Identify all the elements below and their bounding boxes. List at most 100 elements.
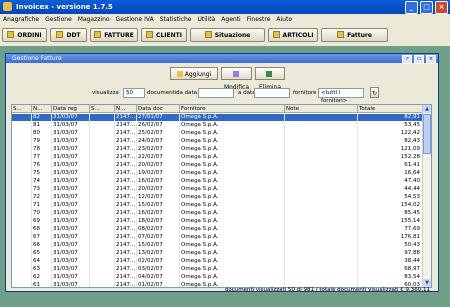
table-row[interactable]: 82 31/03/07 2147... 27/01/07 Omega S.p.A. 82,… <box>12 114 423 121</box>
cell-note <box>285 130 358 137</box>
inner-close-icon[interactable]: × <box>426 55 436 64</box>
delete-button[interactable]: Elimina <box>255 67 285 91</box>
scroll-thumb[interactable] <box>423 114 431 154</box>
cell-totale: 82,91 <box>358 114 423 121</box>
fatture-acquisto-button[interactable]: Fatture Acquisto <box>321 28 388 53</box>
cell-note <box>285 146 358 153</box>
cell-data-reg: 31/03/07 <box>52 266 90 273</box>
cell-s <box>12 162 32 169</box>
table-row[interactable]: 67 31/03/07 2147... 07/02/07 Omega S.p.A. 176… <box>12 234 423 241</box>
cell-n2: 2147... <box>116 138 137 145</box>
table-row[interactable]: 73 31/03/07 2147... 20/02/07 Omega S.p.A. 44,… <box>12 186 423 193</box>
refresh-button[interactable]: ↻ <box>370 87 379 98</box>
cell-s <box>12 258 32 265</box>
menu-gestione[interactable]: Gestione <box>42 14 75 25</box>
ddt-button[interactable]: DDT <box>50 28 87 42</box>
clienti-icon <box>146 31 154 38</box>
table-row[interactable]: 66 31/03/07 2147... 15/02/07 Omega S.p.A. 50,… <box>12 242 423 249</box>
col-header-fornitore[interactable]: Fornitore <box>180 105 285 113</box>
situazione-clienti-icon <box>204 31 212 38</box>
visualizza-input[interactable]: 50 <box>123 88 145 98</box>
fatture-label: FATTURE <box>104 32 134 39</box>
cell-s <box>12 122 32 129</box>
table-row[interactable]: 64 31/03/07 2147... 02/02/07 Omega S.p.A. 38,… <box>12 258 423 265</box>
inner-window-title: Gestione Fatture <box>12 55 62 62</box>
table-row[interactable]: 68 31/03/07 2147... 08/02/07 Omega S.p.A. 77,… <box>12 226 423 233</box>
vertical-scrollbar[interactable]: ▲ ▼ <box>422 105 431 287</box>
da-data-input[interactable] <box>198 88 234 98</box>
menu-finestre[interactable]: Finestre <box>244 14 274 25</box>
ordini-button[interactable]: ORDINI <box>2 28 47 42</box>
table-row[interactable]: 75 31/03/07 2147... 19/02/07 Omega S.p.A. 16,… <box>12 170 423 177</box>
table-row[interactable]: 70 31/03/07 2147... 16/02/07 Omega S.p.A. 85,… <box>12 210 423 217</box>
menu-statistiche[interactable]: Statistiche <box>157 14 195 25</box>
table-row[interactable]: 62 31/03/07 2147... 04/02/07 Omega S.p.A. 83,… <box>12 274 423 281</box>
cell-s <box>12 242 32 249</box>
menu-utilita[interactable]: Utilità <box>195 14 219 25</box>
cell-note <box>285 162 358 169</box>
cell-totale: 122,42 <box>358 130 423 137</box>
visualizza-label: visualizza <box>92 90 119 96</box>
cell-n: 80 <box>32 130 52 137</box>
table-row[interactable]: 79 31/03/07 2147... 24/02/07 Omega S.p.A. 82,… <box>12 138 423 145</box>
app-icon <box>3 2 12 11</box>
cell-n2: 2147... <box>116 178 137 185</box>
cell-s2 <box>90 258 115 265</box>
cell-data-reg: 31/03/07 <box>52 250 90 257</box>
cell-n2: 2147... <box>116 154 137 161</box>
restore-icon[interactable]: ▭ <box>414 55 424 64</box>
col-header-s2[interactable]: S... <box>90 105 115 113</box>
cell-fornitore: Omega S.p.A. <box>180 178 285 185</box>
a-data-input[interactable] <box>254 88 290 98</box>
maximize-icon[interactable]: □ <box>420 1 433 14</box>
col-header-note[interactable]: Note <box>285 105 358 113</box>
table-row[interactable]: 77 31/03/07 2147... 22/02/07 Omega S.p.A. 152… <box>12 154 423 161</box>
clienti-label: CLIENTI <box>156 32 182 39</box>
cell-data-reg: 31/03/07 <box>52 138 90 145</box>
cell-fornitore: Omega S.p.A. <box>180 146 285 153</box>
scroll-up-icon[interactable]: ▲ <box>423 105 431 113</box>
table-row[interactable]: 76 31/03/07 2147... 20/02/07 Omega S.p.A. 61,… <box>12 162 423 169</box>
table-row[interactable]: 81 31/03/07 2147... 26/02/07 Omega S.p.A. 53,… <box>12 122 423 129</box>
fornitore-label: fornitore <box>293 90 317 96</box>
clienti-button[interactable]: CLIENTI <box>141 28 187 42</box>
table-row[interactable]: 74 31/03/07 2147... 16/02/07 Omega S.p.A. 47,… <box>12 178 423 185</box>
table-row[interactable]: 71 31/03/07 2147... 15/02/07 Omega S.p.A. 154… <box>12 202 423 209</box>
cell-s2 <box>90 202 115 209</box>
cell-s2 <box>90 114 115 121</box>
col-header-data-doc[interactable]: Data doc <box>137 105 180 113</box>
col-header-s[interactable]: S... <box>12 105 32 113</box>
cell-s2 <box>90 170 115 177</box>
cell-fornitore: Omega S.p.A. <box>180 218 285 225</box>
add-button[interactable]: Aggiungi <box>170 67 218 80</box>
fatture-button[interactable]: FATTURE <box>90 28 138 42</box>
table-row[interactable]: 78 31/03/07 2147... 23/02/07 Omega S.p.A. 121… <box>12 146 423 153</box>
table-row[interactable]: 63 31/03/07 2147... 03/02/07 Omega S.p.A. 68,… <box>12 266 423 273</box>
table-row[interactable]: 69 31/03/07 2147... 18/02/07 Omega S.p.A. 155… <box>12 218 423 225</box>
menu-gestione-iva[interactable]: Gestione IVA <box>113 14 157 25</box>
cell-n: 75 <box>32 170 52 177</box>
detach-icon[interactable]: ↗ <box>402 55 412 64</box>
minimize-icon[interactable]: _ <box>405 1 418 14</box>
table-row[interactable]: 72 31/03/07 2147... 12/02/07 Omega S.p.A. 54,… <box>12 194 423 201</box>
menu-anagrafiche[interactable]: Anagrafiche <box>0 14 42 25</box>
col-header-n2[interactable]: N... <box>115 105 137 113</box>
articoli-button[interactable]: ARTICOLI <box>268 28 318 42</box>
cell-data-doc: 03/02/07 <box>137 266 180 273</box>
situazione-clienti-button[interactable]: Situazione CLIENTI <box>190 28 265 53</box>
cell-data-doc: 25/02/07 <box>137 130 180 137</box>
col-header-data-reg[interactable]: Data reg <box>52 105 90 113</box>
cell-data-reg: 31/03/07 <box>52 242 90 249</box>
cell-s <box>12 138 32 145</box>
col-header-totale[interactable]: Totale <box>358 105 423 113</box>
table-row[interactable]: 80 31/03/07 2147... 25/02/07 Omega S.p.A. 122… <box>12 130 423 137</box>
col-header-n[interactable]: N... <box>32 105 52 113</box>
fornitore-select[interactable]: <tutti i fornitori> <box>318 88 364 104</box>
menu-agenti[interactable]: Agenti <box>218 14 243 25</box>
menu-magazzino[interactable]: Magazzino <box>75 14 113 25</box>
menu-aiuto[interactable]: Aiuto <box>273 14 295 25</box>
close-icon[interactable]: × <box>435 1 448 14</box>
scroll-down-icon[interactable]: ▼ <box>423 279 431 287</box>
table-row[interactable]: 65 31/03/07 2147... 13/02/07 Omega S.p.A. 97,… <box>12 250 423 257</box>
edit-button[interactable]: Modifica <box>221 67 252 91</box>
